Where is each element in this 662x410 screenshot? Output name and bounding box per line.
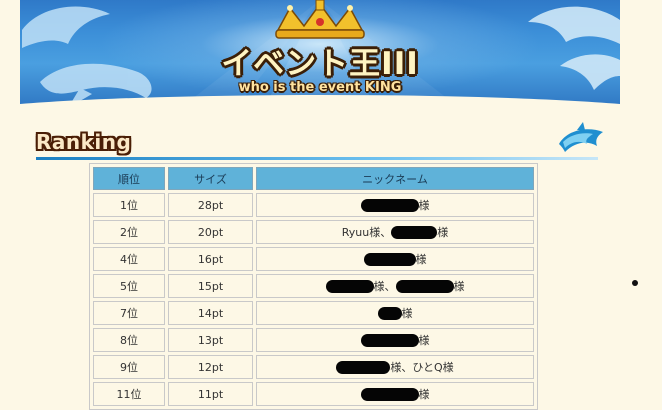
nickname-suffix: 様 — [418, 334, 430, 347]
nickname-cell: 様 — [256, 328, 534, 352]
redaction-block — [360, 334, 419, 347]
event-banner: イベント王III who is the event KING — [20, 0, 620, 116]
nickname-suffix: 様 — [437, 226, 449, 239]
redaction-block — [395, 280, 454, 293]
banner-title: イベント王III — [221, 46, 419, 82]
dolphin-icon — [559, 122, 603, 152]
nickname-cell: 様 — [256, 247, 534, 271]
redaction-block — [336, 361, 391, 374]
table-row: 11位 11pt 様 — [93, 382, 534, 406]
stray-dot — [632, 280, 638, 286]
nickname-cell: 様、 様 — [256, 274, 534, 298]
nickname-suffix: 様 — [401, 307, 413, 320]
size-cell: 16pt — [168, 247, 253, 271]
rank-cell: 7位 — [93, 301, 165, 325]
redaction-block — [377, 307, 402, 320]
rank-cell: 9位 — [93, 355, 165, 379]
nickname-cell: Ryuu様、 様 — [256, 220, 534, 244]
size-cell: 28pt — [168, 193, 253, 217]
size-cell: 12pt — [168, 355, 253, 379]
nickname-cell: 様 — [256, 193, 534, 217]
nickname-mid: 様、 — [373, 280, 396, 293]
nickname-suffix: 様、ひとQ様 — [390, 361, 454, 374]
ranking-heading: Ranking — [36, 130, 132, 154]
crown-icon — [275, 0, 365, 39]
rank-cell: 2位 — [93, 220, 165, 244]
ranking-table: 順位 サイズ ニックネーム 1位 28pt 様 2位 20pt Ryuu様、様 … — [89, 163, 538, 410]
table-row: 2位 20pt Ryuu様、 様 — [93, 220, 534, 244]
size-cell: 13pt — [168, 328, 253, 352]
redaction-block — [360, 199, 419, 212]
size-cell: 11pt — [168, 382, 253, 406]
nickname-cell: 様 — [256, 382, 534, 406]
header-rank: 順位 — [93, 167, 165, 190]
nickname-suffix: 様 — [415, 253, 427, 266]
nickname-prefix: Ryuu様、 — [341, 226, 392, 239]
nickname-suffix: 様 — [418, 199, 430, 212]
rank-cell: 4位 — [93, 247, 165, 271]
redaction-block — [391, 226, 438, 239]
rank-cell: 11位 — [93, 382, 165, 406]
redaction-block — [363, 253, 416, 266]
table-row: 7位 14pt 様 — [93, 301, 534, 325]
nickname-cell: 様、ひとQ様 — [256, 355, 534, 379]
nickname-cell: 様 — [256, 301, 534, 325]
header-size: サイズ — [168, 167, 253, 190]
table-row: 8位 13pt 様 — [93, 328, 534, 352]
size-cell: 15pt — [168, 274, 253, 298]
table-row: 4位 16pt 様 — [93, 247, 534, 271]
heading-underline — [36, 157, 598, 160]
redaction-block — [325, 280, 374, 293]
size-cell: 14pt — [168, 301, 253, 325]
rank-cell: 8位 — [93, 328, 165, 352]
rank-cell: 1位 — [93, 193, 165, 217]
table-row: 1位 28pt 様 — [93, 193, 534, 217]
redaction-block — [360, 388, 419, 401]
table-row: 5位 15pt 様、 様 — [93, 274, 534, 298]
nickname-suffix: 様 — [453, 280, 465, 293]
table-row: 9位 12pt 様、ひとQ様 — [93, 355, 534, 379]
banner-subtitle: who is the event KING — [238, 80, 402, 95]
header-nickname: ニックネーム — [256, 167, 534, 190]
size-cell: 20pt — [168, 220, 253, 244]
nickname-suffix: 様 — [418, 388, 430, 401]
table-header-row: 順位 サイズ ニックネーム — [93, 167, 534, 190]
rank-cell: 5位 — [93, 274, 165, 298]
